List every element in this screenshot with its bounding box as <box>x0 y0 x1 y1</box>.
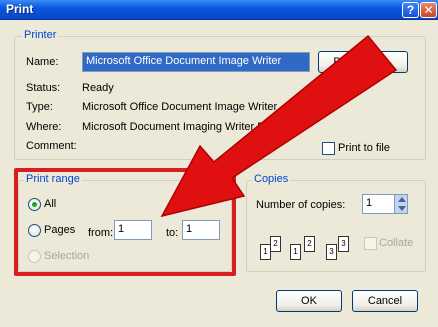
red-arrow-icon <box>160 34 398 218</box>
